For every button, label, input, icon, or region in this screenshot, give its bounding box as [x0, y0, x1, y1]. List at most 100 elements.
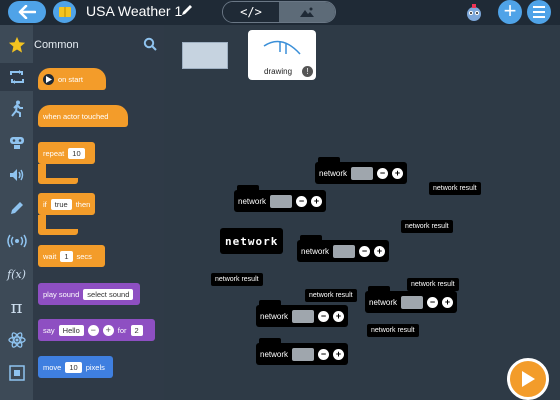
repeat-count-input[interactable]: 10 — [68, 147, 85, 159]
network-block[interactable]: network − + — [256, 338, 349, 365]
value-slot[interactable] — [292, 347, 315, 361]
project-title[interactable]: USA Weather 1 — [86, 3, 182, 19]
plus-icon[interactable]: + — [102, 324, 114, 336]
move-block[interactable]: move 10 pixels — [38, 356, 113, 378]
say-seconds-input[interactable]: 2 — [130, 324, 143, 336]
when-actor-touched-block[interactable]: when actor touched — [38, 105, 128, 127]
value-slot[interactable] — [270, 194, 293, 208]
on-start-block[interactable]: on start — [38, 68, 106, 90]
pi-icon[interactable]: π — [0, 293, 33, 321]
block-label: repeat — [43, 148, 65, 158]
category-sidebar: f(x) π — [0, 25, 33, 400]
sprite-card[interactable]: drawing ! — [248, 30, 316, 80]
atom-icon[interactable] — [0, 326, 33, 354]
loop-icon[interactable] — [0, 63, 33, 91]
play-sound-block[interactable]: play sound select sound — [38, 283, 140, 305]
value-slot[interactable] — [401, 295, 424, 309]
plus-icon[interactable]: + — [374, 245, 386, 257]
network-result-reporter[interactable]: network result — [401, 220, 453, 233]
project-icon-button[interactable] — [53, 1, 76, 23]
network-block[interactable]: network − + — [297, 235, 390, 262]
minus-icon[interactable]: − — [318, 310, 330, 322]
value-slot[interactable] — [333, 244, 356, 258]
network-result-reporter[interactable]: network result — [367, 324, 419, 337]
block-label: network — [238, 196, 267, 206]
palette-category-title: Common — [34, 39, 79, 51]
arrow-left-icon — [18, 5, 36, 19]
value-slot[interactable] — [351, 166, 374, 180]
block-label: then — [75, 199, 91, 209]
if-block[interactable]: if true then — [38, 193, 95, 215]
network-result-reporter[interactable]: network result — [305, 289, 357, 302]
play-button[interactable] — [507, 358, 549, 400]
speaker-icon[interactable] — [0, 161, 33, 189]
network-block[interactable]: network − + — [256, 300, 349, 327]
sound-select-input[interactable]: select sound — [83, 288, 134, 300]
network-hat-block[interactable]: network — [220, 228, 284, 254]
say-block[interactable]: say Hello − + for 2 — [38, 319, 155, 341]
block-label: play sound — [43, 289, 80, 299]
running-figure-icon[interactable] — [0, 95, 33, 123]
pencil-icon[interactable] — [180, 3, 194, 22]
back-button[interactable] — [8, 1, 46, 23]
code-view-tab[interactable]: </> — [223, 2, 279, 22]
wait-seconds-input[interactable]: 1 — [60, 250, 73, 262]
search-icon[interactable] — [143, 37, 157, 56]
network-block[interactable]: network − + — [234, 185, 327, 212]
network-result-reporter[interactable]: network result — [407, 278, 459, 291]
move-distance-input[interactable]: 10 — [65, 361, 82, 373]
mountain-icon — [300, 7, 314, 17]
minus-icon[interactable]: − — [296, 195, 308, 207]
code-canvas[interactable]: drawing ! network − + network − + networ… — [164, 25, 560, 400]
repeat-block-foot — [38, 178, 78, 184]
plus-icon[interactable]: + — [333, 310, 345, 322]
if-block-arm — [38, 215, 46, 229]
block-label: if — [43, 199, 47, 209]
block-label: network — [369, 297, 398, 307]
network-result-reporter[interactable]: network result — [429, 182, 481, 195]
star-icon[interactable] — [0, 31, 33, 59]
add-button[interactable]: + — [498, 0, 522, 24]
looks-icon[interactable] — [0, 128, 33, 156]
plus-icon[interactable]: + — [392, 167, 404, 179]
play-icon — [43, 73, 54, 85]
say-text-input[interactable]: Hello — [58, 324, 84, 336]
minus-icon[interactable]: − — [377, 167, 389, 179]
stage-thumbnail[interactable] — [182, 42, 228, 69]
minus-icon[interactable]: − — [318, 348, 330, 360]
info-icon[interactable]: ! — [302, 66, 313, 77]
block-label: network — [301, 246, 330, 256]
block-label: say — [43, 325, 55, 335]
minus-icon[interactable]: − — [359, 245, 371, 257]
block-label: pixels — [85, 362, 105, 372]
block-label: for — [117, 325, 127, 335]
stage-view-tab[interactable] — [279, 2, 335, 22]
sprite-name: drawing — [264, 67, 293, 76]
minus-icon[interactable]: − — [87, 324, 99, 336]
pen-icon[interactable] — [0, 194, 33, 222]
network-block[interactable]: network − + — [315, 157, 408, 184]
repeat-block[interactable]: repeat 10 — [38, 142, 95, 164]
value-slot[interactable] — [292, 309, 315, 323]
network-block[interactable]: network − + — [365, 286, 458, 313]
screen-capture-icon[interactable] — [0, 359, 33, 387]
hamburger-icon — [533, 6, 545, 8]
plus-icon[interactable]: + — [333, 348, 345, 360]
block-label: network — [319, 168, 348, 178]
if-condition-input[interactable]: true — [50, 198, 72, 210]
block-palette: Common on start when actor touched repea… — [33, 25, 164, 400]
block-label: network — [260, 311, 289, 321]
network-result-reporter[interactable]: network result — [211, 273, 263, 286]
plus-icon[interactable]: + — [311, 195, 323, 207]
minus-icon[interactable]: − — [427, 296, 439, 308]
block-label: on start — [58, 74, 84, 84]
wait-block[interactable]: wait 1 secs — [38, 245, 105, 267]
robot-icon[interactable] — [463, 4, 485, 27]
plus-icon[interactable]: + — [442, 296, 454, 308]
top-bar: USA Weather 1 </> + — [0, 0, 560, 25]
broadcast-icon[interactable] — [0, 227, 33, 255]
block-label: when actor touched — [43, 111, 109, 121]
menu-button[interactable] — [527, 0, 551, 24]
function-icon[interactable]: f(x) — [0, 260, 33, 288]
book-icon — [58, 7, 71, 17]
